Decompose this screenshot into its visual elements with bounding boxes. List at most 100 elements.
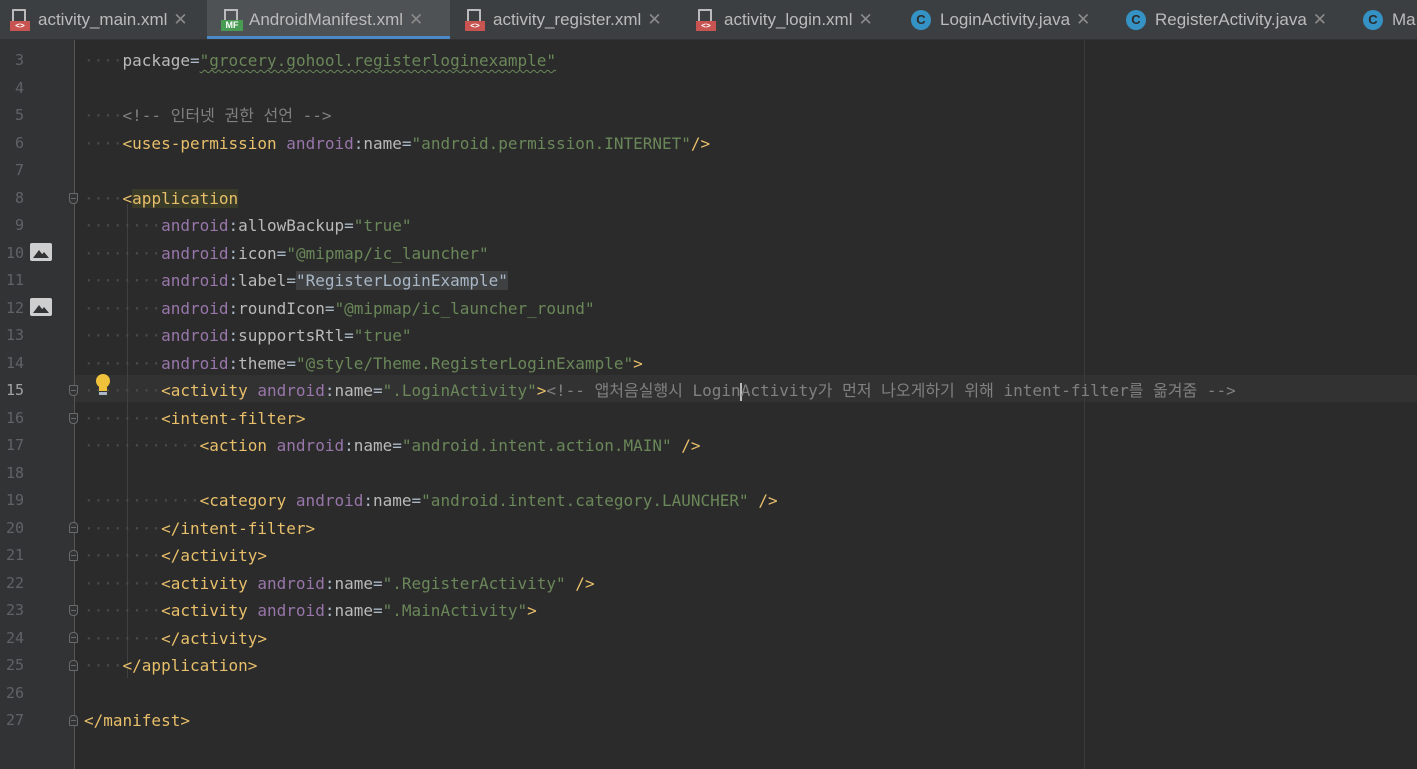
line-number: 24 <box>5 629 24 647</box>
indent-whitespace: ········ <box>84 299 162 318</box>
code-line[interactable]: ········<activity android:name=".Registe… <box>84 570 595 597</box>
fold-marker[interactable] <box>69 660 78 671</box>
code-line[interactable]: ····<application <box>84 185 239 212</box>
code-token: <uses-permission <box>122 134 287 153</box>
code-line[interactable]: ····<!-- 인터넷 권한 선언 --> <box>84 102 332 129</box>
code-token: = <box>401 134 412 153</box>
lightbulb-icon[interactable] <box>94 374 112 398</box>
code-token: : <box>228 326 239 345</box>
code-line[interactable]: ········</activity> <box>84 542 267 569</box>
code-line[interactable]: ············<action android:name="androi… <box>84 432 701 459</box>
close-icon[interactable]: ✕ <box>409 10 423 30</box>
xml-file-icon: <> <box>10 8 30 31</box>
line-number: 23 <box>5 601 24 619</box>
right-margin-guide <box>1084 40 1085 769</box>
fold-marker[interactable] <box>69 605 78 616</box>
code-token: android <box>257 601 325 620</box>
code-token: "android.intent.action.MAIN" <box>401 436 672 455</box>
tab-label: AndroidManifest.xml <box>249 9 404 29</box>
close-icon[interactable]: ✕ <box>1076 10 1090 30</box>
code-token: package <box>122 51 190 70</box>
code-token: ".LoginActivity" <box>382 381 537 400</box>
code-line[interactable]: ········</activity> <box>84 625 267 652</box>
code-token: </activity> <box>161 629 268 648</box>
code-line[interactable]: ········</intent-filter> <box>84 515 315 542</box>
tab-register-activity[interactable]: C RegisterActivity.java ✕ <box>1116 0 1350 39</box>
code-token: : <box>228 216 239 235</box>
line-number: 12 <box>5 299 24 317</box>
image-preview-icon[interactable] <box>30 243 52 261</box>
code-line[interactable]: ········<activity android:name=".LoginAc… <box>84 377 1236 404</box>
code-line[interactable]: ········android:icon="@mipmap/ic_launche… <box>84 240 489 267</box>
xml-file-icon: <> <box>465 8 485 31</box>
fold-marker[interactable] <box>69 632 78 643</box>
code-line[interactable]: ········android:supportsRtl="true" <box>84 322 412 349</box>
code-token: android <box>161 271 229 290</box>
image-preview-icon[interactable] <box>30 298 52 316</box>
code-token: application <box>132 189 239 208</box>
code-line[interactable]: ········<intent-filter> <box>84 405 306 432</box>
indent-whitespace: ········ <box>84 271 162 290</box>
code-token: "true" <box>353 326 412 345</box>
code-token: "@style/Theme.RegisterLoginExample" <box>295 354 634 373</box>
fold-marker[interactable] <box>69 550 78 561</box>
line-number: 10 <box>5 244 24 262</box>
fold-marker[interactable] <box>69 715 78 726</box>
tab-activity-main[interactable]: <> activity_main.xml ✕ <box>0 0 206 39</box>
code-line[interactable]: ········<activity android:name=".MainAct… <box>84 597 537 624</box>
indent-whitespace: ········ <box>84 574 162 593</box>
code-editor[interactable]: ····package="grocery.gohool.registerlogi… <box>0 40 1417 769</box>
tab-activity-register[interactable]: <> activity_register.xml ✕ <box>451 0 681 39</box>
line-number: 3 <box>14 51 24 69</box>
code-token: ".RegisterActivity" <box>382 574 566 593</box>
code-token: <action <box>199 436 277 455</box>
fold-marker[interactable] <box>69 413 78 424</box>
fold-marker[interactable] <box>69 385 78 396</box>
close-icon[interactable]: ✕ <box>647 10 661 30</box>
code-line[interactable]: ········android:label="RegisterLoginExam… <box>84 267 508 294</box>
code-line[interactable]: ········android:allowBackup="true" <box>84 212 412 239</box>
code-token: /> <box>565 574 595 593</box>
code-token: name <box>334 381 373 400</box>
tab-main-activity[interactable]: C Ma <box>1351 0 1417 39</box>
line-number: 17 <box>5 436 24 454</box>
code-line[interactable]: ············<category android:name="andr… <box>84 487 778 514</box>
line-number: 25 <box>5 656 24 674</box>
indent-whitespace: ········ <box>84 519 162 538</box>
code-token: icon <box>238 244 277 263</box>
close-icon[interactable]: ✕ <box>1313 10 1327 30</box>
code-token: android <box>161 299 229 318</box>
code-token: name <box>334 601 373 620</box>
code-line[interactable]: ····package="grocery.gohool.registerlogi… <box>84 47 556 74</box>
line-number: 4 <box>14 79 24 97</box>
tab-android-manifest[interactable]: MF AndroidManifest.xml ✕ <box>207 0 450 39</box>
code-line[interactable]: ····</application> <box>84 652 257 679</box>
line-number: 8 <box>14 189 24 207</box>
code-token: android <box>276 436 345 455</box>
code-token: android <box>257 381 325 400</box>
code-token: theme <box>238 354 287 373</box>
close-icon[interactable]: ✕ <box>173 10 187 30</box>
indent-whitespace: ········ <box>84 601 162 620</box>
indent-whitespace: ········ <box>84 244 162 263</box>
line-number: 16 <box>5 409 24 427</box>
fold-marker[interactable] <box>69 193 78 204</box>
code-line[interactable]: </manifest> <box>84 707 190 734</box>
tab-login-activity[interactable]: C LoginActivity.java ✕ <box>899 0 1115 39</box>
code-token: "@mipmap/ic_launcher_round" <box>334 299 595 318</box>
close-icon[interactable]: ✕ <box>859 10 873 30</box>
code-token: : <box>353 134 364 153</box>
code-token: "android.intent.category.LAUNCHER" <box>421 491 749 510</box>
line-number: 13 <box>5 326 24 344</box>
line-number: 7 <box>14 161 24 179</box>
code-token: label <box>238 271 287 290</box>
fold-marker[interactable] <box>69 522 78 533</box>
code-line[interactable]: ········android:theme="@style/Theme.Regi… <box>84 350 643 377</box>
code-line[interactable]: ········android:roundIcon="@mipmap/ic_la… <box>84 295 595 322</box>
indent-whitespace: ········ <box>84 354 162 373</box>
code-token: allowBackup <box>238 216 345 235</box>
code-line[interactable]: ····<uses-permission android:name="andro… <box>84 130 710 157</box>
code-token: android <box>257 574 325 593</box>
tab-activity-login[interactable]: <> activity_login.xml ✕ <box>682 0 898 39</box>
code-token: android <box>161 326 229 345</box>
